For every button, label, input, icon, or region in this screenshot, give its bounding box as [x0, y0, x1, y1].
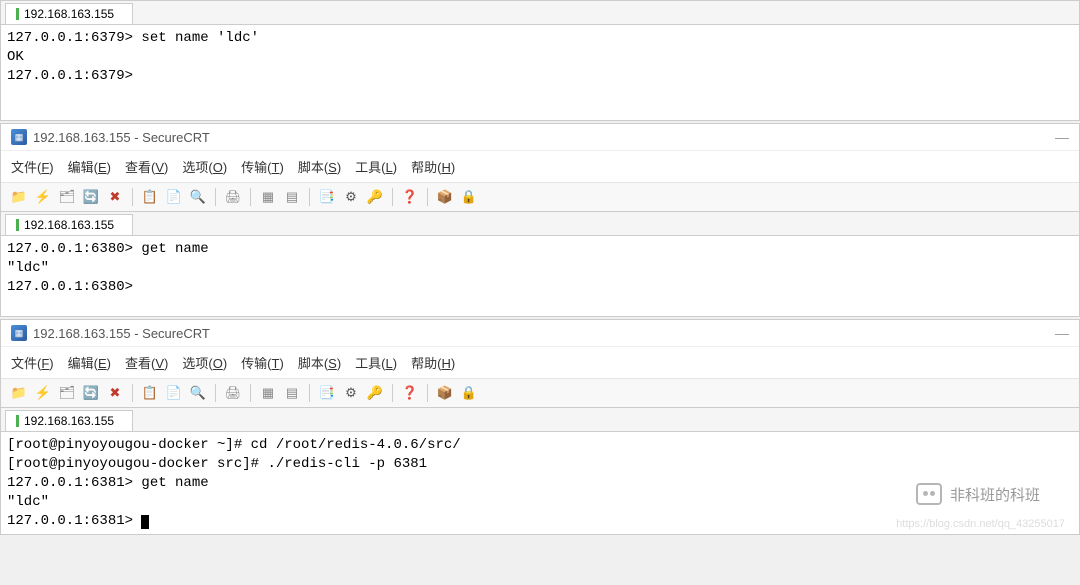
tab-label: 192.168.163.155 — [24, 414, 114, 428]
help-icon[interactable]: ❓ — [400, 383, 420, 403]
copy-icon[interactable]: 📋 — [140, 383, 160, 403]
wechat-watermark: 非科班的科班 — [916, 483, 1040, 505]
quick-connect-icon[interactable]: ⚡ — [33, 187, 53, 207]
separator-icon — [427, 384, 428, 402]
separator-icon — [309, 384, 310, 402]
properties-icon[interactable]: 📑 — [317, 187, 337, 207]
menu-bar: 文件(F) 编辑(E) 查看(V) 选项(O) 传输(T) 脚本(S) 工具(L… — [1, 151, 1079, 182]
active-indicator-icon — [16, 415, 19, 427]
sftp-icon[interactable]: 📦 — [435, 187, 455, 207]
menu-view[interactable]: 查看(V) — [125, 157, 168, 176]
connect-icon[interactable]: 📁 — [9, 187, 29, 207]
key-icon[interactable]: 🔑 — [365, 187, 385, 207]
separator-icon — [250, 384, 251, 402]
sftp-icon[interactable]: 📦 — [435, 383, 455, 403]
title-bar: ▦ 192.168.163.155 - SecureCRT — — [1, 124, 1079, 151]
menu-bar: 文件(F) 编辑(E) 查看(V) 选项(O) 传输(T) 脚本(S) 工具(L… — [1, 347, 1079, 378]
paste-icon[interactable]: 📄 — [164, 383, 184, 403]
securecrt-app-icon: ▦ — [11, 129, 27, 145]
menu-tools[interactable]: 工具(L) — [355, 157, 397, 176]
separator-icon — [215, 188, 216, 206]
lock-icon[interactable]: 🔒 — [459, 187, 479, 207]
toolbar: 📁 ⚡ 🗂 🔄 ✖ 📋 📄 🔍 🖨 ▦ ▤ 📑 ⚙ 🔑 ❓ 📦 🔒 — [1, 182, 1079, 212]
find-icon[interactable]: 🔍 — [188, 187, 208, 207]
session-tab[interactable]: 192.168.163.155 — [5, 410, 133, 431]
tile-icon[interactable]: ▦ — [258, 187, 278, 207]
tab-label: 192.168.163.155 — [24, 7, 114, 21]
menu-options[interactable]: 选项(O) — [182, 353, 227, 372]
menu-view[interactable]: 查看(V) — [125, 353, 168, 372]
connect-icon[interactable]: 📁 — [9, 383, 29, 403]
terminal-output[interactable]: 127.0.0.1:6379> set name 'ldc' OK 127.0.… — [1, 25, 1079, 120]
menu-script[interactable]: 脚本(S) — [298, 157, 341, 176]
minimize-button[interactable]: — — [1055, 129, 1069, 145]
separator-icon — [132, 188, 133, 206]
menu-options[interactable]: 选项(O) — [182, 157, 227, 176]
title-bar: ▦ 192.168.163.155 - SecureCRT — — [1, 320, 1079, 347]
reconnect-icon[interactable]: 🔄 — [81, 383, 101, 403]
quick-connect-icon[interactable]: ⚡ — [33, 383, 53, 403]
connect-tab-icon[interactable]: 🗂 — [57, 187, 77, 207]
window-1: 192.168.163.155 127.0.0.1:6379> set name… — [0, 0, 1080, 121]
reconnect-icon[interactable]: 🔄 — [81, 187, 101, 207]
window-2: ▦ 192.168.163.155 - SecureCRT — 文件(F) 编辑… — [0, 123, 1080, 317]
key-icon[interactable]: 🔑 — [365, 383, 385, 403]
lock-icon[interactable]: 🔒 — [459, 383, 479, 403]
menu-help[interactable]: 帮助(H) — [411, 353, 455, 372]
toolbar: 📁 ⚡ 🗂 🔄 ✖ 📋 📄 🔍 🖨 ▦ ▤ 📑 ⚙ 🔑 ❓ 📦 🔒 — [1, 378, 1079, 408]
tab-label: 192.168.163.155 — [24, 218, 114, 232]
separator-icon — [215, 384, 216, 402]
separator-icon — [427, 188, 428, 206]
copy-icon[interactable]: 📋 — [140, 187, 160, 207]
securecrt-app-icon: ▦ — [11, 325, 27, 341]
cursor-icon — [141, 515, 149, 529]
tile-icon[interactable]: ▦ — [258, 383, 278, 403]
menu-file[interactable]: 文件(F) — [11, 353, 54, 372]
cascade-icon[interactable]: ▤ — [282, 383, 302, 403]
separator-icon — [250, 188, 251, 206]
paste-icon[interactable]: 📄 — [164, 187, 184, 207]
menu-edit[interactable]: 编辑(E) — [68, 157, 111, 176]
print-icon[interactable]: 🖨 — [223, 187, 243, 207]
source-url: https://blog.csdn.net/qq_43255017 — [896, 518, 1065, 530]
menu-script[interactable]: 脚本(S) — [298, 353, 341, 372]
session-tab[interactable]: 192.168.163.155 — [5, 3, 133, 24]
watermark-text: 非科班的科班 — [950, 484, 1040, 505]
menu-help[interactable]: 帮助(H) — [411, 157, 455, 176]
menu-transfer[interactable]: 传输(T) — [241, 353, 284, 372]
find-icon[interactable]: 🔍 — [188, 383, 208, 403]
menu-tools[interactable]: 工具(L) — [355, 353, 397, 372]
properties-icon[interactable]: 📑 — [317, 383, 337, 403]
separator-icon — [392, 188, 393, 206]
separator-icon — [392, 384, 393, 402]
disconnect-icon[interactable]: ✖ — [105, 187, 125, 207]
disconnect-icon[interactable]: ✖ — [105, 383, 125, 403]
terminal-output[interactable]: 127.0.0.1:6380> get name "ldc" 127.0.0.1… — [1, 236, 1079, 316]
cascade-icon[interactable]: ▤ — [282, 187, 302, 207]
print-icon[interactable]: 🖨 — [223, 383, 243, 403]
session-tab[interactable]: 192.168.163.155 — [5, 214, 133, 235]
active-indicator-icon — [16, 8, 19, 20]
settings-icon[interactable]: ⚙ — [341, 383, 361, 403]
tab-bar: 192.168.163.155 — [1, 212, 1079, 236]
menu-edit[interactable]: 编辑(E) — [68, 353, 111, 372]
window-title: 192.168.163.155 - SecureCRT — [33, 130, 210, 145]
window-title: 192.168.163.155 - SecureCRT — [33, 326, 210, 341]
connect-tab-icon[interactable]: 🗂 — [57, 383, 77, 403]
menu-file[interactable]: 文件(F) — [11, 157, 54, 176]
wechat-icon — [916, 483, 942, 505]
tab-bar: 192.168.163.155 — [1, 1, 1079, 25]
menu-transfer[interactable]: 传输(T) — [241, 157, 284, 176]
separator-icon — [132, 384, 133, 402]
tab-bar: 192.168.163.155 — [1, 408, 1079, 432]
separator-icon — [309, 188, 310, 206]
settings-icon[interactable]: ⚙ — [341, 187, 361, 207]
minimize-button[interactable]: — — [1055, 325, 1069, 341]
active-indicator-icon — [16, 219, 19, 231]
help-icon[interactable]: ❓ — [400, 187, 420, 207]
